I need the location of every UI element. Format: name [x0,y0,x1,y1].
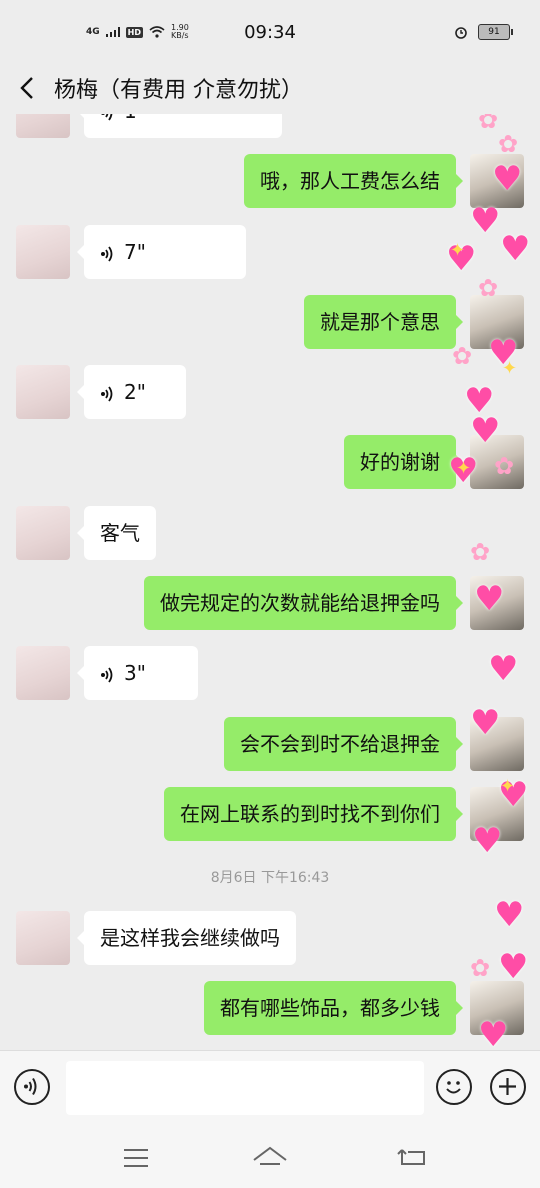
back-button[interactable] [14,70,44,106]
contact-avatar[interactable] [16,114,70,138]
plus-icon [499,1078,516,1095]
contact-avatar[interactable] [16,365,70,419]
system-nav-bar [0,1130,540,1188]
heart-sticker-icon: ♥ [488,649,519,689]
sent-message-bubble[interactable]: 好的谢谢 [344,435,463,489]
home-nav-button[interactable] [250,1142,290,1174]
flower-sticker-icon: ✿ [498,130,519,158]
sent-message-bubble[interactable]: 都有哪些饰品，都多少钱 [204,981,463,1035]
heart-sticker-icon: ♥ [492,159,523,199]
message-input-bar [0,1050,540,1131]
menu-icon [124,1149,148,1167]
voice-wave-icon [101,245,113,262]
voice-wave-icon [101,385,113,402]
contact-avatar[interactable] [16,506,70,560]
voice-duration: 3" [124,661,146,685]
chat-title: 杨梅（有费用 介意勿扰） [54,78,303,103]
sent-message-bubble[interactable]: 在网上联系的到时找不到你们 [164,787,463,841]
emoji-button[interactable] [436,1069,472,1105]
heart-sticker-icon: ♥ [498,947,529,987]
heart-sticker-icon: ♥ [470,411,501,451]
flower-sticker-icon: ✿ [478,274,499,302]
voice-message-bubble[interactable]: 2" [77,365,186,419]
home-icon [253,1146,287,1165]
message-timestamp: 8月6日 下午16:43 [210,870,330,886]
received-message-bubble[interactable]: 是这样我会继续做吗 [77,911,296,965]
heart-sticker-icon: ♥ [494,895,525,935]
alarm-icon [455,27,467,39]
sent-message-bubble[interactable]: 做完规定的次数就能给退押金吗 [144,576,463,630]
contact-avatar[interactable] [16,225,70,279]
flower-sticker-icon: ✿ [452,342,473,370]
message-text-input[interactable] [66,1061,424,1115]
flower-sticker-icon: ✿ [470,954,491,982]
sparkle-icon: ✦ [450,240,466,261]
voice-message-bubble[interactable]: 3" [77,646,198,700]
voice-icon [24,1077,37,1096]
sparkle-icon: ✦ [456,458,472,479]
voice-wave-icon [101,666,113,683]
voice-duration: 1" [124,114,146,123]
heart-sticker-icon: ♥ [470,703,501,743]
sparkle-icon: ✦ [500,776,516,797]
voice-wave-icon [101,114,113,121]
return-icon [397,1149,425,1165]
battery-indicator: 91 [478,24,513,40]
status-bar: 4G HD 1.90 KB/s 09:34 91 [0,0,540,64]
voice-input-button[interactable] [14,1069,50,1105]
contact-avatar[interactable] [16,911,70,965]
contact-avatar[interactable] [16,646,70,700]
more-actions-button[interactable] [490,1069,526,1105]
heart-sticker-icon: ♥ [470,201,501,241]
voice-message-bubble[interactable]: 7" [77,225,246,279]
flower-sticker-icon: ✿ [494,452,515,480]
heart-sticker-icon: ♥ [478,1015,509,1050]
chevron-left-icon [20,77,33,99]
emoji-icon [446,1081,461,1094]
status-right: 91 [454,24,513,40]
heart-sticker-icon: ♥ [472,821,503,861]
heart-sticker-icon: ♥ [500,229,531,269]
sent-message-bubble[interactable]: 会不会到时不给退押金 [224,717,463,771]
voice-duration: 2" [124,380,146,404]
sent-message-bubble[interactable]: 哦，那人工费怎么结 [244,154,463,208]
flower-sticker-icon: ✿ [470,538,491,566]
chat-header: 杨梅（有费用 介意勿扰） [0,64,540,114]
voice-duration: 7" [124,240,146,264]
sent-message-bubble[interactable]: 就是那个意思 [304,295,463,349]
menu-nav-button[interactable] [116,1142,156,1174]
received-message-bubble[interactable]: 客气 [77,506,156,560]
sparkle-icon: ✦ [502,358,518,379]
chat-area[interactable]: 1" 哦，那人工费怎么结 7" 就是那个意思 2" 好的谢谢 客气 做完规定的次… [0,114,540,1050]
voice-message-bubble[interactable]: 1" [77,114,282,138]
heart-sticker-icon: ♥ [474,579,505,619]
back-nav-button[interactable] [392,1142,432,1174]
flower-sticker-icon: ✿ [478,114,499,134]
